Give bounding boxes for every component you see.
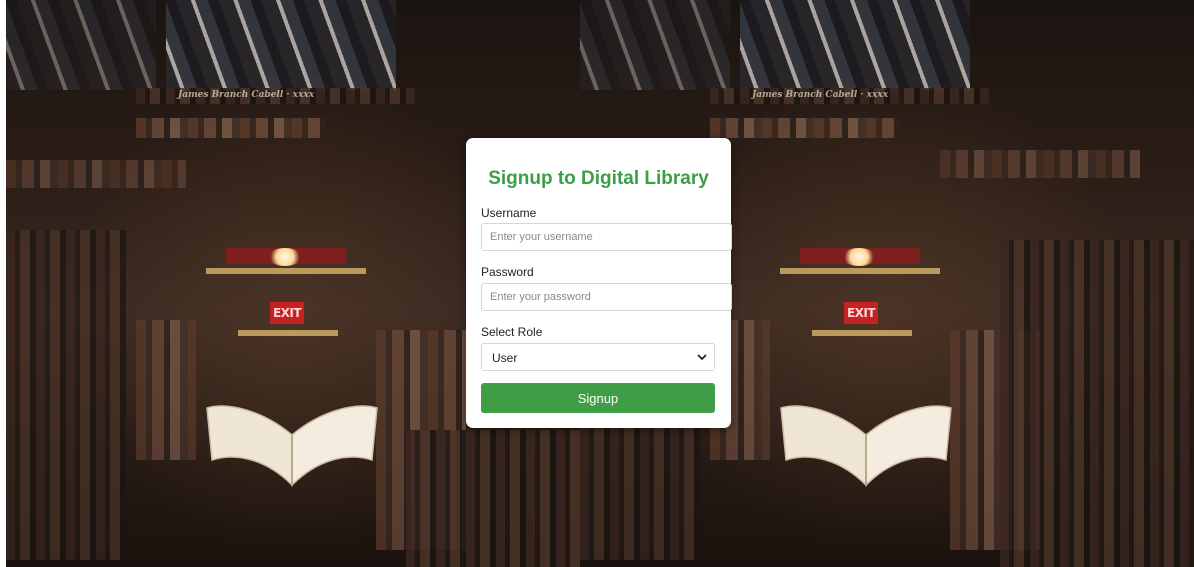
- role-select-value: User: [492, 351, 518, 365]
- ceiling-light-strip: [238, 330, 338, 336]
- bookshelf-mid: [136, 320, 196, 460]
- bookshelf-row: [940, 150, 1140, 178]
- bookshelf-left: [6, 230, 126, 560]
- book-spine-text: James Branch Cabell · xxxx: [178, 90, 315, 100]
- exit-sign: EXIT: [844, 302, 878, 324]
- password-input[interactable]: [481, 283, 732, 311]
- ceiling-light-strip: [206, 268, 366, 274]
- chevron-down-icon: [697, 354, 707, 360]
- floating-open-book: [206, 405, 378, 487]
- role-select[interactable]: User: [481, 343, 715, 371]
- username-input[interactable]: [481, 223, 732, 251]
- top-book-row: [166, 0, 396, 90]
- floating-open-book: [780, 405, 952, 487]
- bookshelf-row: [6, 160, 186, 188]
- password-label: Password: [481, 265, 534, 279]
- form-title: Signup to Digital Library: [488, 168, 709, 189]
- book-stacks: [1000, 240, 1194, 567]
- ceiling-light-strip: [780, 268, 940, 274]
- bookshelf-row: [136, 118, 326, 138]
- top-book-row: [740, 0, 970, 90]
- book-spine-text: James Branch Cabell · xxxx: [752, 90, 889, 100]
- username-label: Username: [481, 206, 537, 220]
- role-label: Select Role: [481, 325, 543, 339]
- ceiling-lamp: [268, 248, 302, 266]
- signup-card: Signup to Digital Library Username Passw…: [466, 138, 732, 428]
- top-book-row-left: [580, 0, 730, 90]
- ceiling-lamp: [842, 248, 876, 266]
- book-stacks: [406, 430, 580, 567]
- top-book-row-left: [6, 0, 156, 90]
- exit-sign: EXIT: [270, 302, 304, 324]
- signup-button[interactable]: Signup: [481, 383, 715, 413]
- ceiling-light-strip: [812, 330, 912, 336]
- bookshelf-row: [710, 118, 900, 138]
